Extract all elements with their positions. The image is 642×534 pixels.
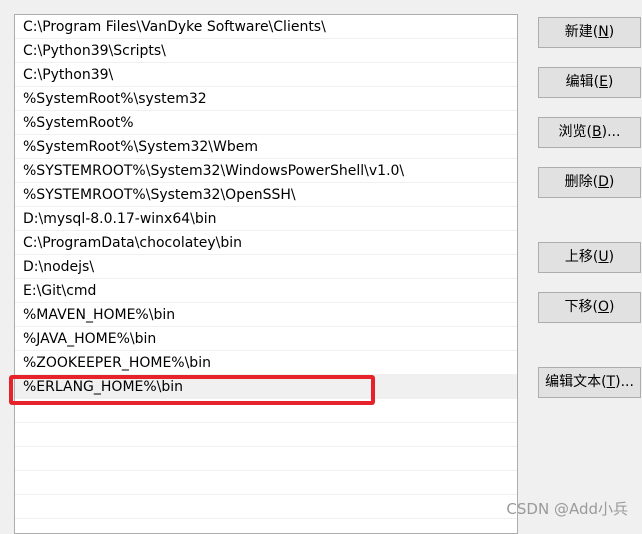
new-button[interactable]: 新建(N) [538, 17, 641, 48]
browse-button-mnemonic: B [592, 124, 602, 140]
path-entry[interactable]: E:\Git\cmd [15, 279, 517, 303]
move-down-button-mnemonic: O [597, 299, 610, 315]
empty-row[interactable] [15, 495, 517, 519]
path-entry[interactable]: C:\Program Files\VanDyke Software\Client… [15, 15, 517, 39]
delete-button-mnemonic: D [598, 174, 609, 190]
move-down-button[interactable]: 下移(O) [538, 292, 641, 323]
browse-button[interactable]: 浏览(B)... [538, 117, 641, 148]
new-button-label: 新建( [564, 24, 599, 40]
path-entry[interactable]: %SystemRoot%\System32\Wbem [15, 135, 517, 159]
edit-button-mnemonic: E [599, 74, 608, 90]
path-entry[interactable]: D:\mysql-8.0.17-winx64\bin [15, 207, 517, 231]
new-button-suffix: ) [608, 24, 615, 40]
path-entry[interactable]: C:\Python39\ [15, 63, 517, 87]
edit-text-button-label: 编辑文本( [545, 374, 607, 390]
path-entry[interactable]: %JAVA_HOME%\bin [15, 327, 517, 351]
edit-text-button[interactable]: 编辑文本(T)... [538, 367, 641, 398]
path-entry[interactable]: %SYSTEMROOT%\System32\OpenSSH\ [15, 183, 517, 207]
edit-text-button-mnemonic: T [606, 374, 616, 390]
move-up-button[interactable]: 上移(U) [538, 242, 641, 273]
watermark: CSDN @Add小兵 [506, 500, 628, 518]
move-down-button-suffix: ) [609, 299, 615, 315]
browse-button-label: 浏览( [558, 124, 593, 140]
delete-button[interactable]: 删除(D) [538, 167, 641, 198]
move-up-button-mnemonic: U [598, 249, 609, 265]
empty-row[interactable] [15, 471, 517, 495]
path-entry[interactable]: %ZOOKEEPER_HOME%\bin [15, 351, 517, 375]
path-entry[interactable]: D:\nodejs\ [15, 255, 517, 279]
edit-button-label: 编辑( [565, 74, 600, 90]
move-up-button-label: 上移( [564, 249, 599, 265]
path-entry[interactable]: C:\Python39\Scripts\ [15, 39, 517, 63]
edit-button[interactable]: 编辑(E) [538, 67, 641, 98]
empty-row[interactable] [15, 447, 517, 471]
path-list[interactable]: C:\Program Files\VanDyke Software\Client… [14, 14, 518, 534]
path-entry-selected[interactable]: %ERLANG_HOME%\bin [15, 375, 517, 399]
empty-row[interactable] [15, 423, 517, 447]
browse-button-suffix: )... [601, 124, 621, 140]
delete-button-suffix: ) [608, 174, 615, 190]
path-entry[interactable]: %SystemRoot%\system32 [15, 87, 517, 111]
edit-button-suffix: ) [607, 74, 614, 90]
path-entry[interactable]: %MAVEN_HOME%\bin [15, 303, 517, 327]
new-button-mnemonic: N [598, 24, 609, 40]
edit-text-button-suffix: )... [615, 374, 634, 390]
path-entry[interactable]: %SystemRoot% [15, 111, 517, 135]
delete-button-label: 删除( [564, 174, 599, 190]
move-down-button-label: 下移( [564, 299, 598, 315]
path-entry[interactable]: C:\ProgramData\chocolatey\bin [15, 231, 517, 255]
empty-row[interactable] [15, 399, 517, 423]
move-up-button-suffix: ) [608, 249, 615, 265]
path-entry[interactable]: %SYSTEMROOT%\System32\WindowsPowerShell\… [15, 159, 517, 183]
